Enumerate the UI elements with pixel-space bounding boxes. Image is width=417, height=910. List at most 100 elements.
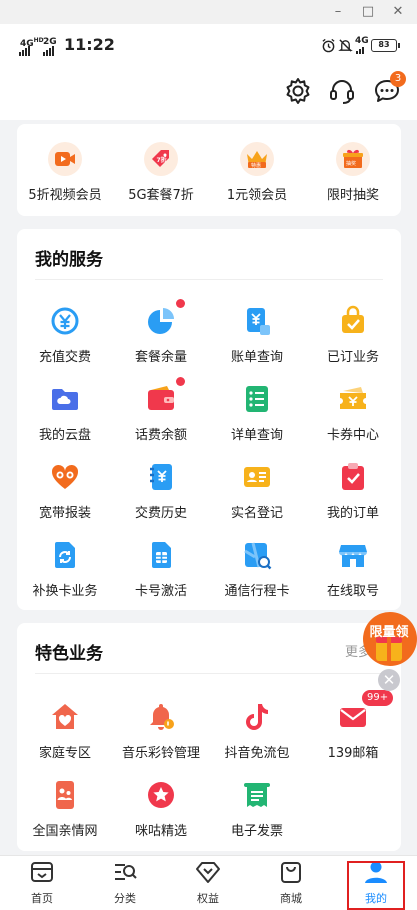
feature-label: 音乐彩铃管理 bbox=[121, 746, 200, 761]
signal-2-bars-icon bbox=[43, 46, 54, 56]
feature-label: 全国亲情网 bbox=[32, 824, 98, 839]
store-icon bbox=[337, 539, 369, 571]
travel-card-icon bbox=[241, 539, 273, 571]
feature-migu-select[interactable]: 咪咕精选 bbox=[113, 779, 209, 839]
battery-icon: 83 bbox=[371, 39, 400, 52]
window-minimize-button[interactable]: – bbox=[327, 3, 349, 21]
service-subscribed[interactable]: 已订业务 bbox=[305, 305, 401, 365]
service-my-orders[interactable]: 我的订单 bbox=[305, 461, 401, 521]
mute-icon bbox=[338, 38, 353, 57]
tab-home[interactable]: 首页 bbox=[7, 860, 77, 906]
video-icon bbox=[48, 142, 82, 176]
list-icon bbox=[241, 383, 273, 415]
feature-douyin-data[interactable]: 抖音免流包 bbox=[209, 701, 305, 761]
wallet-icon bbox=[145, 377, 185, 415]
promo-card: 5折视频会员 7折 5G套餐7折 特惠 1元领会员 抽奖 限时抽奖 bbox=[17, 124, 401, 216]
pie-chart-icon bbox=[145, 299, 185, 337]
service-label: 充值交费 bbox=[38, 350, 91, 365]
feature-music-ringtone[interactable]: 音乐彩铃管理 bbox=[113, 701, 209, 761]
service-travel-card[interactable]: 通信行程卡 bbox=[209, 539, 305, 599]
promo-5g-package[interactable]: 7折 5G套餐7折 bbox=[113, 142, 209, 203]
service-online-queue[interactable]: 在线取号 bbox=[305, 539, 401, 599]
status-bar: 4GHD 2G 11:22 4G 83 bbox=[0, 24, 417, 68]
window-close-button[interactable]: ✕ bbox=[387, 3, 409, 21]
tab-label: 首页 bbox=[31, 892, 53, 905]
settings-icon[interactable] bbox=[283, 76, 313, 106]
svg-text:7折: 7折 bbox=[157, 156, 167, 164]
promo-label: 5折视频会员 bbox=[28, 188, 102, 203]
my-services-card: 我的服务 充值交费 套餐余量 账单查询 已订业务 我的云盘 话费余额 详单查询 … bbox=[17, 229, 401, 610]
service-sim-activate[interactable]: 卡号激活 bbox=[113, 539, 209, 599]
feature-family-network[interactable]: 全国亲情网 bbox=[17, 779, 113, 839]
feature-family-zone[interactable]: 家庭专区 bbox=[17, 701, 113, 761]
id-card-icon bbox=[241, 461, 273, 493]
divider bbox=[35, 673, 383, 674]
crown-icon: 特惠 bbox=[240, 142, 274, 176]
service-label: 补换卡业务 bbox=[32, 584, 98, 599]
promo-one-yuan-member[interactable]: 特惠 1元领会员 bbox=[209, 142, 305, 203]
mail-unread-badge: 99+ bbox=[362, 690, 394, 706]
floating-promo-close-button[interactable]: ✕ bbox=[378, 669, 400, 691]
floating-promo-label: 限量领 bbox=[369, 625, 409, 640]
service-real-name[interactable]: 实名登记 bbox=[209, 461, 305, 521]
tab-benefits[interactable]: 权益 bbox=[173, 860, 243, 906]
active-tab-highlight bbox=[347, 861, 405, 910]
home-icon bbox=[49, 701, 81, 733]
window-titlebar: – □ ✕ bbox=[0, 0, 417, 24]
promo-label: 5G套餐7折 bbox=[128, 188, 194, 203]
feature-label: 抖音免流包 bbox=[224, 746, 290, 761]
service-coupon-center[interactable]: 卡券中心 bbox=[305, 383, 401, 443]
family-phone-icon bbox=[49, 779, 81, 811]
invoice-icon bbox=[241, 779, 273, 811]
featured-services-card: 特色业务 更多 家庭专区 音乐彩铃管理 抖音免流包 139邮箱 全国亲情网 咪咕… bbox=[17, 623, 401, 851]
promo-label: 1元领会员 bbox=[226, 188, 288, 203]
section-title: 特色业务 bbox=[35, 644, 103, 664]
coupon-icon bbox=[337, 383, 369, 415]
service-bill-query[interactable]: 账单查询 bbox=[209, 305, 305, 365]
feature-label: 咪咕精选 bbox=[134, 824, 187, 839]
service-cloud-disk[interactable]: 我的云盘 bbox=[17, 383, 113, 443]
service-sim-replace[interactable]: 补换卡业务 bbox=[17, 539, 113, 599]
headset-icon[interactable] bbox=[327, 76, 357, 106]
svg-text:抽奖: 抽奖 bbox=[346, 160, 356, 167]
service-detail-query[interactable]: 详单查询 bbox=[209, 383, 305, 443]
signal-4g-icon bbox=[356, 47, 364, 54]
service-label: 我的云盘 bbox=[38, 428, 91, 443]
feature-label: 电子发票 bbox=[230, 824, 283, 839]
sim-replace-icon bbox=[49, 539, 81, 571]
recharge-icon bbox=[49, 305, 81, 337]
tab-label: 分类 bbox=[114, 892, 136, 905]
promo-lottery[interactable]: 抽奖 限时抽奖 bbox=[305, 142, 401, 203]
gift-icon: 抽奖 bbox=[336, 142, 370, 176]
tab-mall[interactable]: 商城 bbox=[256, 860, 326, 906]
tab-label: 权益 bbox=[197, 892, 219, 905]
home-tab-icon bbox=[31, 862, 53, 882]
service-label: 通信行程卡 bbox=[224, 584, 290, 599]
mail-icon bbox=[337, 701, 369, 733]
shop-bag-tab-icon bbox=[281, 862, 301, 883]
message-badge: 3 bbox=[390, 71, 406, 87]
service-call-balance[interactable]: 话费余额 bbox=[113, 377, 209, 443]
service-broadband[interactable]: 宽带报装 bbox=[17, 461, 113, 521]
tab-category[interactable]: 分类 bbox=[90, 860, 160, 906]
alarm-icon bbox=[321, 38, 336, 57]
promo-video-member[interactable]: 5折视频会员 bbox=[17, 142, 113, 203]
bill-icon bbox=[241, 305, 273, 337]
service-payment-history[interactable]: 交费历史 bbox=[113, 461, 209, 521]
window-maximize-button[interactable]: □ bbox=[357, 3, 379, 21]
floating-promo-button[interactable]: 限量领 bbox=[361, 609, 417, 667]
service-label: 在线取号 bbox=[326, 584, 379, 599]
category-tab-icon bbox=[115, 864, 137, 880]
feature-139-mail[interactable]: 139邮箱 bbox=[305, 701, 401, 761]
divider bbox=[35, 279, 383, 280]
service-label: 宽带报装 bbox=[38, 506, 91, 521]
service-package-balance[interactable]: 套餐余量 bbox=[113, 299, 209, 365]
feature-e-invoice[interactable]: 电子发票 bbox=[209, 779, 305, 839]
status-time: 11:22 bbox=[64, 35, 115, 54]
promo-label: 限时抽奖 bbox=[326, 188, 379, 203]
service-recharge[interactable]: 充值交费 bbox=[17, 305, 113, 365]
svg-text:特惠: 特惠 bbox=[251, 162, 261, 169]
service-label: 卡号激活 bbox=[134, 584, 187, 599]
order-clipboard-icon bbox=[337, 461, 369, 493]
notification-dot bbox=[176, 299, 185, 308]
